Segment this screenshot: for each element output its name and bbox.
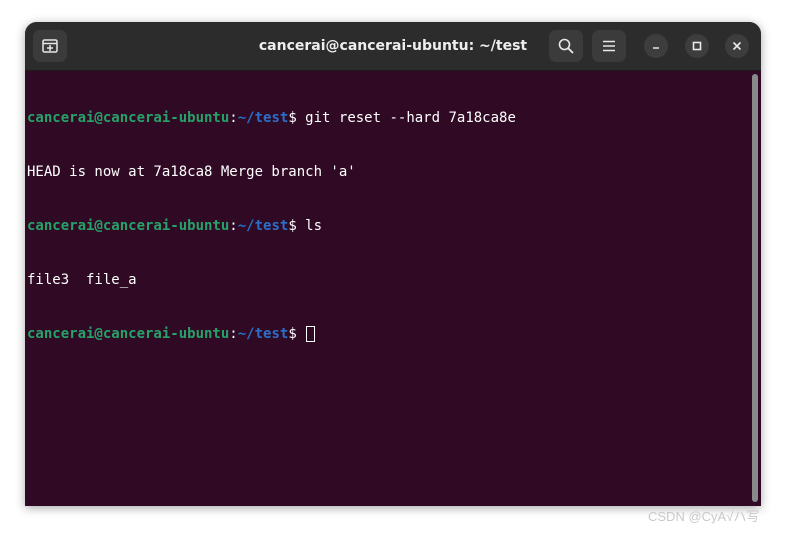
terminal-output[interactable]: cancerai@cancerai-ubuntu:~/test$ git res… [25, 71, 749, 506]
minimize-button[interactable] [644, 34, 668, 58]
search-button[interactable] [549, 30, 583, 62]
text-cursor [306, 326, 316, 342]
minimize-icon [653, 47, 659, 49]
new-tab-icon [42, 39, 58, 53]
output-text: file3 file_a [27, 272, 137, 288]
menu-button[interactable] [592, 30, 626, 62]
scrollbar-thumb[interactable] [752, 74, 758, 502]
command-text: ls [305, 218, 323, 234]
command-text: git reset --hard 7a18ca8e [305, 110, 516, 126]
terminal-line: cancerai@cancerai-ubuntu:~/test$ git res… [27, 109, 749, 127]
prompt-separator: : [229, 326, 238, 342]
maximize-icon [692, 41, 702, 51]
new-tab-button[interactable] [33, 30, 67, 62]
prompt-symbol: $ [288, 110, 306, 126]
prompt-path: ~/test [237, 326, 289, 342]
prompt-symbol: $ [288, 326, 306, 342]
maximize-button[interactable] [685, 34, 709, 58]
title-bar[interactable]: cancerai@cancerai-ubuntu: ~/test [25, 22, 761, 71]
terminal-line: cancerai@cancerai-ubuntu:~/test$ [27, 325, 749, 343]
prompt-path: ~/test [237, 218, 289, 234]
terminal-line: cancerai@cancerai-ubuntu:~/test$ ls [27, 217, 749, 235]
output-text: HEAD is now at 7a18ca8 Merge branch 'a' [27, 164, 356, 180]
prompt-user: cancerai@cancerai-ubuntu [27, 326, 230, 342]
terminal-window: cancerai@cancerai-ubuntu: ~/test cancera… [25, 22, 761, 506]
hamburger-menu-icon [603, 40, 615, 52]
terminal-line: file3 file_a [27, 271, 749, 289]
watermark: CSDN @CyA√ハ写 [648, 509, 760, 524]
prompt-symbol: $ [288, 218, 306, 234]
prompt-user: cancerai@cancerai-ubuntu [27, 110, 230, 126]
scrollbar[interactable] [749, 71, 761, 506]
close-icon [732, 41, 742, 51]
search-icon [558, 38, 574, 54]
close-button[interactable] [725, 34, 749, 58]
terminal-line: HEAD is now at 7a18ca8 Merge branch 'a' [27, 163, 749, 181]
prompt-separator: : [229, 218, 238, 234]
prompt-path: ~/test [237, 110, 289, 126]
prompt-separator: : [229, 110, 238, 126]
prompt-user: cancerai@cancerai-ubuntu [27, 218, 230, 234]
